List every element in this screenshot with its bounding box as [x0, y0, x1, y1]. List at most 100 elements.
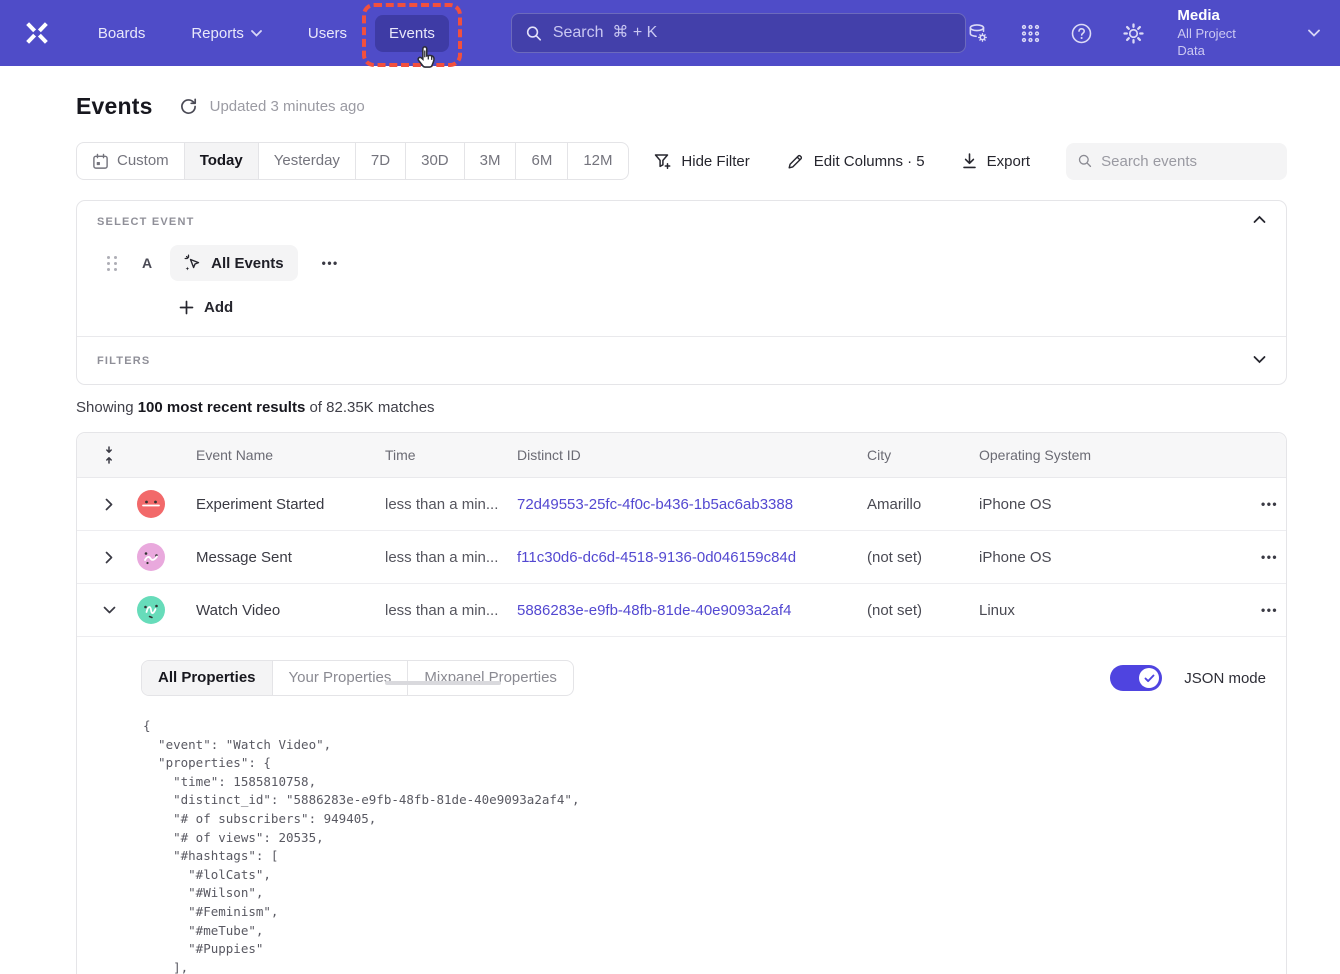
nav-item-reports[interactable]: Reports — [177, 15, 276, 52]
last-updated-text: Updated 3 minutes ago — [210, 98, 365, 115]
event-selector-label: All Events — [211, 255, 284, 272]
search-events-input[interactable] — [1101, 153, 1275, 170]
row-expand-chevron-right-icon[interactable] — [101, 496, 117, 512]
cell-distinct-id-link[interactable]: 72d49553-25fc-4f0c-b436-1b5ac6ab3388 — [517, 496, 867, 513]
json-mode-toggle[interactable] — [1110, 665, 1162, 691]
date-option-today[interactable]: Today — [184, 143, 258, 179]
json-mode-control: JSON mode — [1110, 665, 1266, 691]
cell-distinct-id-link[interactable]: f11c30d6-dc6d-4518-9136-0d046159c84d — [517, 549, 867, 566]
project-scope: All Project Data — [1177, 26, 1266, 60]
results-summary: Showing 100 most recent results of 82.35… — [76, 399, 1287, 416]
table-header-row: Event Name Time Distinct ID City Operati… — [77, 433, 1286, 478]
event-sparkle-cursor-icon — [184, 254, 202, 272]
project-selector[interactable]: Media All Project Data — [1177, 6, 1266, 59]
mixpanel-logo-icon — [22, 18, 52, 48]
table-row-expanded: Watch Video less than a min... 5886283e-… — [77, 584, 1286, 637]
add-event-label: Add — [204, 299, 233, 316]
settings-gear-icon[interactable] — [1122, 21, 1146, 45]
page-title: Events — [76, 93, 153, 120]
data-management-icon[interactable] — [966, 21, 990, 45]
controls-row: Custom Today Yesterday 7D 30D 3M 6M 12M … — [76, 142, 1287, 180]
cell-event-name: Watch Video — [196, 602, 385, 619]
hide-filter-label: Hide Filter — [681, 153, 749, 170]
column-header-city: City — [867, 447, 979, 463]
edit-columns-button[interactable]: Edit Columns · 5 — [786, 152, 925, 171]
event-json-view: { "event": "Watch Video", "properties": … — [143, 717, 1266, 974]
date-option-6m[interactable]: 6M — [515, 143, 567, 179]
add-event-button[interactable]: Add — [179, 299, 233, 316]
chevron-down-icon — [251, 30, 262, 37]
tab-mixpanel-properties[interactable]: Mixpanel Properties — [407, 661, 573, 695]
mixpanel-logo[interactable] — [20, 16, 54, 50]
expand-section-chevron-down-icon[interactable] — [1253, 355, 1266, 364]
date-option-30d[interactable]: 30D — [405, 143, 464, 179]
row-actions-ellipsis-icon[interactable]: ••• — [1193, 603, 1278, 617]
drag-handle-icon[interactable] — [107, 256, 118, 271]
date-option-12m[interactable]: 12M — [567, 143, 627, 179]
nav-item-reports-label: Reports — [191, 25, 244, 42]
horizontal-scrollbar-thumb[interactable] — [385, 681, 501, 685]
row-expand-chevron-right-icon[interactable] — [101, 549, 117, 565]
cell-time: less than a min... — [385, 496, 517, 513]
cell-os: iPhone OS — [979, 549, 1193, 566]
cell-event-name: Experiment Started — [196, 496, 385, 513]
date-option-7d[interactable]: 7D — [355, 143, 405, 179]
query-builder-card: SELECT EVENT A All Events — [76, 200, 1287, 385]
funnel-icon — [653, 152, 672, 171]
cell-city: (not set) — [867, 602, 979, 619]
plus-icon — [179, 300, 194, 315]
properties-tabs: All Properties Your Properties Mixpanel … — [141, 660, 574, 696]
date-option-3m[interactable]: 3M — [464, 143, 516, 179]
row-actions-ellipsis-icon[interactable]: ••• — [1193, 497, 1278, 511]
tab-all-properties[interactable]: All Properties — [142, 661, 272, 695]
results-count: 100 most recent results — [138, 399, 306, 416]
cell-os: Linux — [979, 602, 1193, 619]
nav-item-users[interactable]: Users — [294, 15, 361, 52]
date-option-custom[interactable]: Custom — [77, 143, 184, 179]
export-button[interactable]: Export — [961, 152, 1030, 170]
export-label: Export — [987, 153, 1030, 170]
table-row: Message Sent less than a min... f11c30d6… — [77, 531, 1286, 584]
row-collapse-chevron-down-icon[interactable] — [101, 602, 117, 618]
row-actions-ellipsis-icon[interactable]: ••• — [1193, 550, 1278, 564]
event-step-letter: A — [142, 255, 152, 271]
hand-cursor-icon — [415, 45, 439, 75]
project-chevron-down-icon[interactable] — [1308, 29, 1320, 37]
date-option-custom-label: Custom — [117, 143, 169, 179]
cell-os: iPhone OS — [979, 496, 1193, 513]
event-options-ellipsis-icon[interactable]: ••• — [322, 256, 339, 270]
apps-grid-icon[interactable] — [1018, 21, 1042, 45]
date-range-control: Custom Today Yesterday 7D 30D 3M 6M 12M — [76, 142, 629, 180]
cell-event-name: Message Sent — [196, 549, 385, 566]
refresh-icon[interactable] — [179, 97, 198, 116]
nav-item-events-label: Events — [389, 25, 435, 42]
column-header-event-name: Event Name — [196, 447, 385, 463]
column-header-time: Time — [385, 447, 517, 463]
collapse-section-chevron-up-icon[interactable] — [1253, 215, 1266, 224]
search-icon — [526, 25, 542, 42]
event-selector-button[interactable]: All Events — [170, 245, 298, 281]
search-icon — [1078, 153, 1092, 169]
calendar-icon — [92, 153, 109, 170]
checkmark-icon — [1144, 674, 1155, 683]
help-icon[interactable] — [1070, 21, 1094, 45]
download-icon — [961, 152, 978, 170]
tab-your-properties[interactable]: Your Properties — [272, 661, 408, 695]
expand-collapse-all-icon[interactable] — [101, 447, 117, 463]
cell-time: less than a min... — [385, 549, 517, 566]
column-header-operating-system: Operating System — [979, 447, 1193, 463]
global-search[interactable] — [511, 13, 967, 53]
global-search-input[interactable] — [553, 24, 952, 42]
filters-section[interactable]: FILTERS — [77, 336, 1286, 384]
cell-city: Amarillo — [867, 496, 979, 513]
search-events-field[interactable] — [1066, 143, 1287, 180]
hide-filter-button[interactable]: Hide Filter — [653, 152, 749, 171]
nav-item-events[interactable]: Events — [375, 15, 449, 52]
nav-item-boards[interactable]: Boards — [84, 15, 160, 52]
cell-distinct-id-link[interactable]: 5886283e-e9fb-48fb-81de-40e9093a2af4 — [517, 602, 867, 619]
table-row: Experiment Started less than a min... 72… — [77, 478, 1286, 531]
project-name: Media — [1177, 6, 1266, 26]
column-header-distinct-id: Distinct ID — [517, 447, 867, 463]
date-option-yesterday[interactable]: Yesterday — [258, 143, 355, 179]
pencil-icon — [786, 152, 805, 171]
